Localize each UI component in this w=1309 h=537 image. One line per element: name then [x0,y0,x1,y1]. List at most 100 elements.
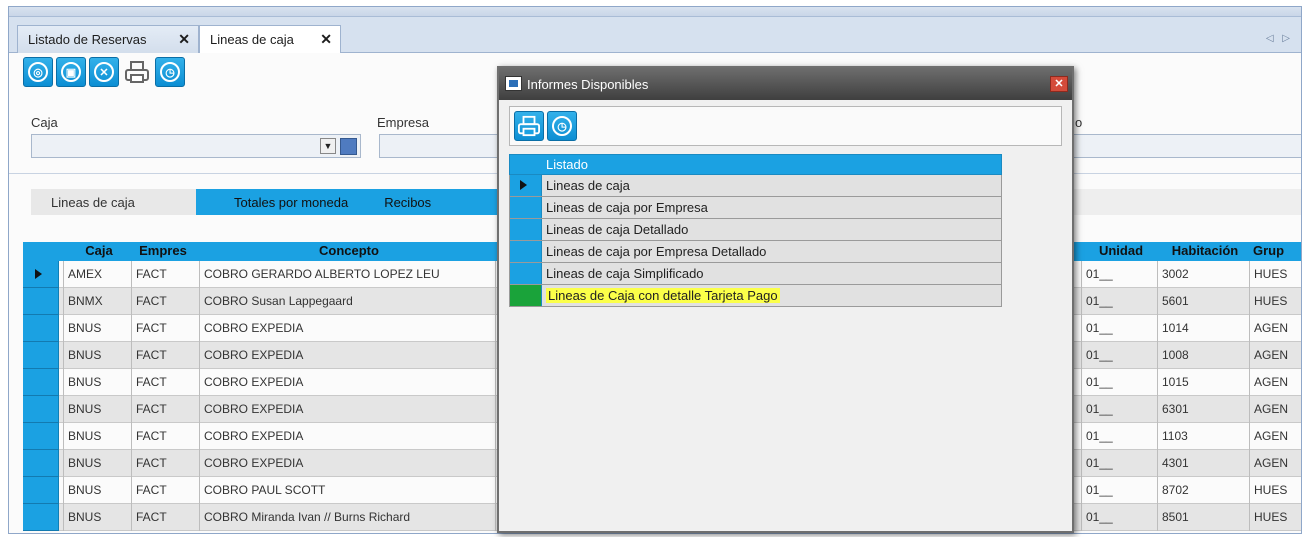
cell-habitacion[interactable]: 8501 [1157,504,1249,531]
cell-grupo[interactable]: AGEN [1249,369,1301,396]
cell-empresa[interactable]: FACT [131,477,199,504]
col-header-caja[interactable]: Caja [63,243,135,258]
cell-concepto[interactable]: COBRO PAUL SCOTT [199,477,495,504]
cell-caja[interactable]: BNUS [63,396,131,423]
subtab-strip [1074,189,1301,215]
cell-empresa[interactable]: FACT [131,261,199,288]
cell-caja[interactable]: BNUS [63,369,131,396]
view-button[interactable]: ◎ [23,57,53,87]
cell-concepto[interactable]: COBRO Miranda Ivan // Burns Richard [199,504,495,531]
report-item[interactable]: Lineas de caja [509,175,1002,197]
cell-caja[interactable]: BNUS [63,423,131,450]
subtab-totales[interactable]: Totales por moneda [234,195,348,210]
cell-empresa[interactable]: FACT [131,423,199,450]
cell-habitacion[interactable]: 1014 [1157,315,1249,342]
cell-grupo[interactable]: AGEN [1249,315,1301,342]
cell-empresa[interactable]: FACT [131,342,199,369]
col-header-concepto[interactable]: Concepto [199,243,499,258]
cell-empresa[interactable]: FACT [131,450,199,477]
report-item[interactable]: Lineas de caja Simplificado [509,263,1002,285]
cell-habitacion[interactable]: 5601 [1157,288,1249,315]
cell-concepto[interactable]: COBRO EXPEDIA [199,315,495,342]
tab-close-icon[interactable]: ✕ [320,31,332,48]
cell-concepto[interactable]: COBRO EXPEDIA [199,396,495,423]
cell-concepto[interactable]: COBRO Susan Lappegaard [199,288,495,315]
cell-caja[interactable]: BNUS [63,450,131,477]
cell-habitacion[interactable]: 4301 [1157,450,1249,477]
report-item[interactable]: Lineas de caja por Empresa Detallado [509,241,1002,263]
report-item[interactable]: Lineas de caja por Empresa [509,197,1002,219]
cell-caja[interactable]: BNUS [63,342,131,369]
cell-unidad[interactable]: 01__ [1081,261,1157,288]
report-item-label: Lineas de caja por Empresa [546,200,708,215]
cell-caja[interactable]: BNMX [63,288,131,315]
report-item[interactable]: Lineas de caja Detallado [509,219,1002,241]
cell-unidad[interactable]: 01__ [1081,288,1157,315]
cell-concepto[interactable]: COBRO GERARDO ALBERTO LOPEZ LEU [199,261,495,288]
cell-unidad[interactable]: 01__ [1081,315,1157,342]
cell-unidad[interactable]: 01__ [1081,342,1157,369]
close-button[interactable]: ✕ [89,57,119,87]
caja-select[interactable]: ▼ [31,134,361,158]
cell-caja[interactable]: BNUS [63,315,131,342]
cell-concepto[interactable]: COBRO EXPEDIA [199,369,495,396]
cell-habitacion[interactable]: 1008 [1157,342,1249,369]
cell-grupo[interactable]: AGEN [1249,423,1301,450]
tab-listado-reservas[interactable]: Listado de Reservas ✕ [17,25,199,53]
subtab-lineas-caja[interactable]: Lineas de caja [31,189,199,215]
subtab-recibos[interactable]: Recibos [384,195,431,210]
cell-caja[interactable]: BNUS [63,504,131,531]
close-icon: ✕ [94,62,114,82]
cell-caja[interactable]: BNUS [63,477,131,504]
filter-label-partial: o [1075,115,1083,130]
col-header-habitacion[interactable]: Habitación [1161,243,1249,258]
cell-concepto[interactable]: COBRO EXPEDIA [199,342,495,369]
report-item-selected[interactable]: Lineas de Caja con detalle Tarjeta Pago [509,285,1002,307]
col-header-grupo[interactable]: Grup [1253,243,1301,258]
cell-empresa[interactable]: FACT [131,369,199,396]
filter-field-right[interactable] [1074,134,1301,158]
cell-grupo[interactable]: HUES [1249,504,1301,531]
empresa-select[interactable] [379,134,509,158]
tab-lineas-caja[interactable]: Lineas de caja ✕ [199,25,341,53]
chevron-down-icon[interactable]: ▼ [320,138,336,154]
clear-filter-icon[interactable] [340,138,357,155]
cell-unidad[interactable]: 01__ [1081,450,1157,477]
cell-habitacion[interactable]: 8702 [1157,477,1249,504]
cell-empresa[interactable]: FACT [131,504,199,531]
cell-habitacion[interactable]: 3002 [1157,261,1249,288]
cell-concepto[interactable]: COBRO EXPEDIA [199,450,495,477]
dialog-close-icon[interactable]: ✕ [1050,76,1068,92]
cell-concepto[interactable]: COBRO EXPEDIA [199,423,495,450]
cell-grupo[interactable]: HUES [1249,288,1301,315]
cell-grupo[interactable]: HUES [1249,477,1301,504]
cell-habitacion[interactable]: 1103 [1157,423,1249,450]
col-header-empresa[interactable]: Empres [131,243,195,258]
dialog-toolbar: ◷ [509,106,1062,146]
cell-empresa[interactable]: FACT [131,396,199,423]
cell-habitacion[interactable]: 6301 [1157,396,1249,423]
subtab-totales-recibos[interactable]: Totales por moneda Recibos [196,189,506,215]
cell-unidad[interactable]: 01__ [1081,477,1157,504]
cell-grupo[interactable]: AGEN [1249,396,1301,423]
tab-close-icon[interactable]: ✕ [178,31,190,48]
report-button[interactable]: ◷ [155,57,185,87]
cell-habitacion[interactable]: 1015 [1157,369,1249,396]
cell-grupo[interactable]: AGEN [1249,342,1301,369]
cell-unidad[interactable]: 01__ [1081,369,1157,396]
cell-unidad[interactable]: 01__ [1081,423,1157,450]
cell-grupo[interactable]: HUES [1249,261,1301,288]
report-icon: ◷ [160,62,180,82]
preview-report-button[interactable]: ◷ [547,111,577,141]
cell-unidad[interactable]: 01__ [1081,396,1157,423]
cell-grupo[interactable]: AGEN [1249,450,1301,477]
cell-unidad[interactable]: 01__ [1081,504,1157,531]
cell-empresa[interactable]: FACT [131,315,199,342]
print-button[interactable] [122,57,152,87]
save-button[interactable]: ▣ [56,57,86,87]
print-report-button[interactable] [514,111,544,141]
col-header-unidad[interactable]: Unidad [1081,243,1161,258]
cell-caja[interactable]: AMEX [63,261,131,288]
cell-empresa[interactable]: FACT [131,288,199,315]
tab-scroll-arrows[interactable]: ◁ ▷ [1266,33,1293,44]
